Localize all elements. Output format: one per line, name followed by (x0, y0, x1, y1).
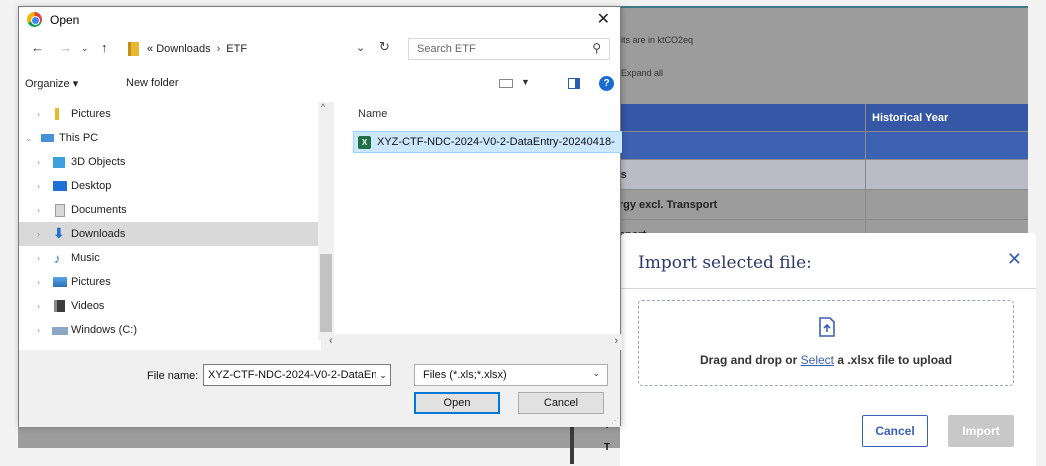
close-icon[interactable]: ✕ (1007, 249, 1022, 270)
chevron-right-icon[interactable]: › (37, 205, 40, 215)
chevron-right-icon[interactable]: › (37, 181, 40, 191)
search-input[interactable]: Search ETF ⚲ (408, 38, 610, 60)
file-list: ^ Name X XYZ-CTF-NDC-2024-V0-2-DataEntry… (341, 102, 622, 340)
videos-icon (54, 300, 65, 312)
units-note: its are in ktCO2eq (621, 35, 694, 45)
chevron-right-icon[interactable]: › (37, 277, 40, 287)
import-button[interactable]: Import (948, 415, 1014, 447)
help-icon[interactable]: ? (599, 76, 614, 91)
folder-icon (55, 108, 59, 120)
download-icon: ⬇ (53, 225, 65, 241)
scrollbar-thumb[interactable] (320, 254, 332, 332)
desktop-icon (53, 181, 67, 191)
pictures-icon (53, 277, 67, 287)
open-file-dialog: Open ✕ ← → ⌄ ↑ « Downloads › ETF ⌄ ↻ Sea… (18, 6, 622, 427)
chevron-down-icon: ⌄ (592, 368, 600, 378)
close-icon[interactable]: ✕ (597, 9, 610, 29)
modal-title: Import selected file: (638, 253, 812, 273)
music-icon: ♪ (54, 250, 61, 266)
navigation-bar: ← → ⌄ ↑ « Downloads › ETF ⌄ ↻ Search ETF… (19, 37, 620, 61)
dialog-footer: File name: XYZ-CTF-NDC-2024-V0-2-DataEnt… (19, 350, 620, 427)
list-item[interactable]: X XYZ-CTF-NDC-2024-V0-2-DataEntry-202404… (353, 131, 622, 153)
dialog-title: Open (50, 13, 80, 27)
refresh-icon[interactable]: ↻ (379, 39, 390, 55)
dialog-toolbar: Organize ▾ New folder ▼ ? (19, 73, 620, 95)
breadcrumb-downloads[interactable]: Downloads (156, 43, 210, 55)
recent-chevron-icon[interactable]: ⌄ (81, 43, 89, 54)
preview-pane-icon[interactable] (568, 78, 580, 89)
open-button[interactable]: Open (414, 392, 500, 414)
chevron-right-icon[interactable]: › (37, 301, 40, 311)
chevron-down-icon[interactable]: ▼ (521, 77, 530, 87)
chevron-up-icon[interactable]: ^ (321, 102, 325, 112)
back-arrow-icon[interactable]: ← (31, 40, 44, 55)
import-modal: Import selected file: ✕ Drag and drop or… (620, 233, 1036, 466)
chevron-down-icon[interactable]: ⌄ (376, 365, 390, 385)
dialog-cancel-button[interactable]: Cancel (518, 392, 604, 414)
table-header-historical-year: Historical Year (865, 104, 1028, 131)
tree-item-desktop[interactable]: › Desktop (19, 174, 318, 198)
chevron-down-icon[interactable]: ⌄ (25, 133, 33, 144)
expand-all-link[interactable]: Expand all (621, 68, 663, 78)
chevron-right-icon[interactable]: › (37, 229, 40, 239)
breadcrumb-separator: › (216, 43, 221, 55)
file-type-select[interactable]: Files (*.xls;*.xlsx) ⌄ (414, 364, 608, 386)
file-dropzone[interactable]: Drag and drop or Select a .xlsx file to … (638, 300, 1014, 386)
column-header-name[interactable]: Name (358, 108, 387, 120)
header-rule (620, 6, 1028, 8)
tree-item-downloads[interactable]: › ⬇ Downloads (19, 222, 318, 246)
chevron-right-icon[interactable]: › (37, 253, 40, 263)
dialog-titlebar[interactable]: Open ✕ (19, 7, 620, 33)
folder-icon (128, 42, 139, 56)
up-arrow-icon[interactable]: ↑ (101, 40, 108, 55)
documents-icon (55, 203, 65, 217)
chevron-right-icon[interactable]: › (37, 109, 40, 119)
upload-file-icon (819, 317, 835, 337)
drive-icon (52, 327, 68, 335)
chevron-right-icon[interactable]: › (614, 335, 618, 347)
chrome-icon (27, 12, 42, 27)
organize-button[interactable]: Organize ▾ (25, 77, 78, 90)
chevron-right-icon[interactable]: › (37, 325, 40, 335)
search-icon: ⚲ (592, 41, 601, 55)
file-name: XYZ-CTF-NDC-2024-V0-2-DataEntry-20240418… (377, 136, 615, 148)
pc-icon (41, 134, 54, 142)
new-folder-button[interactable]: New folder (126, 77, 179, 89)
tree-scrollbar[interactable]: ^ ⌄ (318, 102, 334, 340)
view-options-icon[interactable] (499, 79, 513, 88)
breadcrumb-etf[interactable]: ETF (226, 43, 247, 55)
tree-item-pictures[interactable]: › Pictures (19, 102, 318, 126)
chevron-left-icon[interactable]: ‹ (329, 335, 333, 347)
file-name-input[interactable]: XYZ-CTF-NDC-2024-V0-2-DataEnt ⌄ (203, 364, 391, 386)
cancel-button[interactable]: Cancel (862, 415, 928, 447)
resize-grip-icon[interactable]: ⋰ (611, 416, 619, 425)
dropzone-text: Drag and drop or Select a .xlsx file to … (699, 353, 953, 367)
tree-item-videos[interactable]: › Videos (19, 294, 318, 318)
sort-caret-icon: ^ (559, 102, 563, 104)
tree-item-windows-c[interactable]: › Windows (C:) (19, 318, 318, 340)
tree-item-music[interactable]: › ♪ Music (19, 246, 318, 270)
file-list-scrollbar[interactable]: ‹ › (321, 334, 622, 350)
tree-item-3d-objects[interactable]: › 3D Objects (19, 150, 318, 174)
forward-arrow-icon[interactable]: → (59, 40, 72, 55)
address-dropdown-icon[interactable]: ⌄ (356, 41, 365, 54)
tree-item-pictures-library[interactable]: › Pictures (19, 270, 318, 294)
navigation-tree: › Pictures ⌄ This PC › 3D Objects › Desk… (19, 102, 318, 340)
cube-icon (53, 156, 65, 168)
tree-item-this-pc[interactable]: ⌄ This PC (19, 126, 318, 150)
excel-file-icon: X (358, 135, 371, 149)
chevron-right-icon[interactable]: › (37, 157, 40, 167)
tree-item-documents[interactable]: › Documents (19, 198, 318, 222)
select-file-link[interactable]: Select (801, 353, 834, 367)
file-name-label: File name: (147, 370, 199, 382)
divider (620, 288, 1036, 289)
